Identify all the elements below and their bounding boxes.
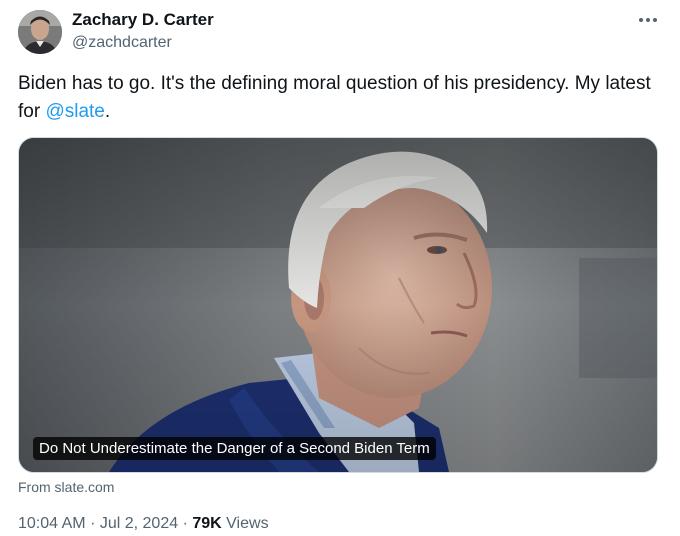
more-horizontal-icon (639, 18, 657, 22)
card-title: Do Not Underestimate the Danger of a Sec… (33, 437, 436, 460)
views-label: Views (226, 515, 269, 532)
meta-separator-2: · (182, 515, 188, 532)
avatar[interactable] (18, 10, 62, 54)
tweet-text: Biden has to go. It's the defining moral… (18, 70, 658, 126)
avatar-image (18, 10, 62, 54)
tweet-date[interactable]: Jul 2, 2024 (100, 515, 178, 532)
tweet-text-end: . (104, 101, 111, 122)
article-photo (19, 138, 657, 472)
more-options-button[interactable] (634, 10, 662, 30)
author-handle[interactable]: @zachdcarter (72, 33, 172, 53)
tweet-time[interactable]: 10:04 AM (18, 515, 86, 532)
link-card[interactable]: Do Not Underestimate the Danger of a Sec… (18, 137, 658, 473)
author-name[interactable]: Zachary D. Carter (72, 9, 214, 31)
tweet-meta: 10:04 AM · Jul 2, 2024 · 79K Views (18, 514, 269, 534)
meta-separator: · (90, 515, 96, 532)
card-source[interactable]: From slate.com (18, 478, 114, 496)
views-count: 79K (192, 515, 222, 532)
tweet: Zachary D. Carter @zachdcarter Biden has… (0, 0, 680, 536)
mention-link[interactable]: @slate (45, 101, 104, 122)
tweet-text-body: Biden has to go. It's the defining moral… (18, 73, 651, 122)
